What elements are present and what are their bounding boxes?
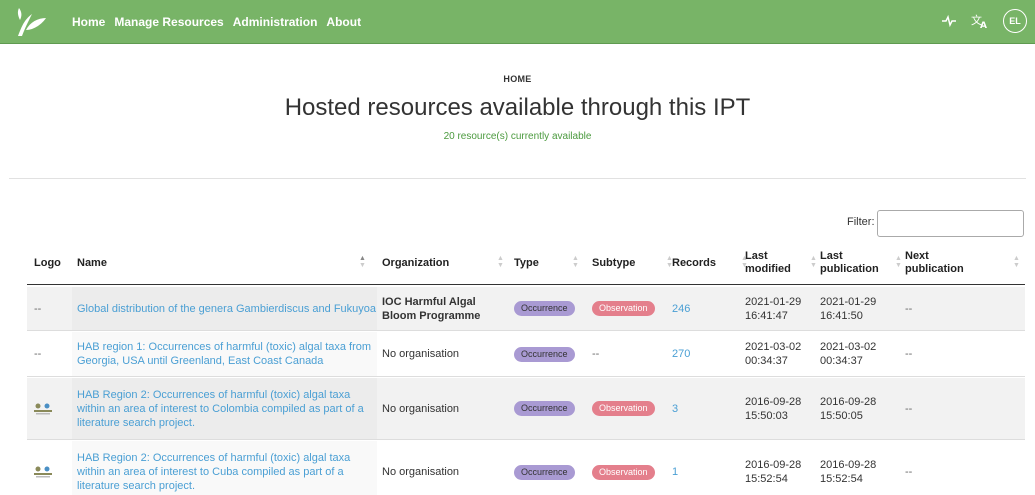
column-header-next-publication[interactable]: Next publication ▲ ▼	[905, 241, 1020, 285]
table-row: -- Global distribution of the genera Gam…	[27, 287, 1025, 331]
activity-icon[interactable]	[941, 14, 957, 28]
last-publication-cell: 2016-09-28 15:52:54	[820, 459, 877, 485]
subtype-cell: --	[592, 348, 600, 360]
organization-cell: IOC Harmful Algal Bloom Programme	[382, 295, 481, 322]
table-row: HAB Region 2: Occurrences of harmful (to…	[27, 378, 1025, 440]
nav-home[interactable]: Home	[72, 15, 105, 29]
logo-cell: --	[34, 302, 42, 315]
records-link[interactable]: 246	[672, 302, 690, 316]
column-header-last-modified[interactable]: Last modified ▲ ▼	[745, 241, 817, 285]
resource-link[interactable]: HAB region 1: Occurrences of harmful (to…	[77, 340, 377, 368]
column-header-last-publication[interactable]: Last publication ▲ ▼	[820, 241, 902, 285]
organization-cell: No organisation	[382, 466, 460, 478]
name-cell: HAB region 1: Occurrences of harmful (to…	[72, 332, 377, 376]
type-cell: Occurrence	[514, 441, 575, 495]
column-header-type[interactable]: Type ▲ ▼	[514, 241, 579, 285]
table-row: -- HAB region 1: Occurrences of harmful …	[27, 332, 1025, 377]
records-link[interactable]: 3	[672, 402, 678, 416]
organization-cell: No organisation	[382, 402, 460, 415]
last-modified-cell: 2021-03-02 00:34:37	[745, 341, 802, 367]
leaf-logo-icon[interactable]	[12, 6, 52, 38]
nav-about[interactable]: About	[326, 15, 361, 29]
last-modified-cell: 2016-09-28 15:52:54	[745, 459, 802, 485]
page-title: Hosted resources available through this …	[284, 94, 751, 121]
subtype-cell: Observation	[592, 287, 655, 330]
sort-icon: ▲ ▼	[1013, 255, 1020, 269]
column-header-organization[interactable]: Organization ▲ ▼	[382, 241, 504, 285]
records-cell: 3	[672, 378, 678, 439]
type-cell: Occurrence	[514, 287, 575, 330]
records-link[interactable]: 270	[672, 347, 690, 361]
column-header-logo: Logo	[34, 256, 61, 269]
next-publication-cell: --	[905, 402, 913, 415]
top-navbar: Home Manage Resources Administration Abo…	[0, 0, 1035, 44]
resource-link[interactable]: Global distribution of the genera Gambie…	[77, 302, 376, 316]
name-cell: Global distribution of the genera Gambie…	[72, 287, 377, 330]
sort-icon: ▲ ▼	[572, 255, 579, 269]
next-publication-cell: --	[905, 302, 913, 315]
records-cell: 246	[672, 287, 690, 330]
resource-link[interactable]: HAB Region 2: Occurrences of harmful (to…	[77, 451, 377, 493]
translate-icon[interactable]: 文 A	[971, 13, 989, 29]
sort-icon: ▲ ▼	[895, 255, 902, 269]
nav-administration[interactable]: Administration	[233, 15, 318, 29]
resource-logo-icon	[34, 466, 52, 478]
sort-icon: ▲ ▼	[497, 255, 504, 269]
records-cell: 270	[672, 332, 690, 376]
organization-cell: No organisation	[382, 348, 460, 360]
records-link[interactable]: 1	[672, 465, 678, 479]
table-header: Logo Name ▲ ▼ Organization ▲ ▼ Type ▲ ▼ Sub…	[27, 241, 1025, 285]
subtype-badge: Observation	[592, 401, 655, 416]
type-cell: Occurrence	[514, 378, 575, 439]
name-cell: HAB Region 2: Occurrences of harmful (to…	[72, 441, 377, 495]
type-badge: Occurrence	[514, 464, 575, 480]
records-cell: 1	[672, 441, 678, 495]
subtype-badge: Observation	[592, 301, 655, 316]
type-badge: Occurrence	[514, 301, 575, 316]
last-modified-cell: 2021-01-29 16:41:47	[745, 295, 802, 322]
last-modified-cell: 2016-09-28 15:50:03	[745, 395, 802, 422]
logo-cell: --	[34, 348, 42, 360]
subtype-badge: Observation	[592, 464, 655, 480]
user-avatar[interactable]: EL	[1003, 9, 1027, 33]
column-header-name[interactable]: Name ▲ ▼	[77, 241, 367, 285]
next-publication-cell: --	[905, 466, 913, 478]
resource-link[interactable]: HAB Region 2: Occurrences of harmful (to…	[77, 388, 377, 430]
sort-icon: ▲ ▼	[810, 255, 817, 269]
last-publication-cell: 2021-03-02 00:34:37	[820, 341, 877, 367]
logo-cell	[34, 441, 74, 495]
last-publication-cell: 2016-09-28 15:50:05	[820, 395, 877, 422]
type-badge: Occurrence	[514, 401, 575, 416]
column-header-records[interactable]: Records ▲ ▼	[672, 241, 748, 285]
resource-count: 20 resource(s) currently available	[443, 131, 592, 142]
filter-label: Filter:	[847, 216, 875, 228]
column-header-subtype[interactable]: Subtype ▲ ▼	[592, 241, 673, 285]
type-cell: Occurrence	[514, 332, 575, 376]
filter-input[interactable]	[877, 210, 1024, 237]
resource-logo-icon	[34, 403, 52, 414]
sort-asc-icon: ▲ ▼	[359, 255, 366, 269]
logo-cell	[34, 378, 74, 439]
type-badge: Occurrence	[514, 346, 575, 362]
next-publication-cell: --	[905, 348, 913, 360]
subtype-cell: Observation	[592, 378, 655, 439]
svg-text:A: A	[980, 21, 987, 29]
name-cell: HAB Region 2: Occurrences of harmful (to…	[72, 378, 377, 439]
divider	[9, 178, 1026, 179]
table-row: HAB Region 2: Occurrences of harmful (to…	[27, 441, 1025, 495]
breadcrumb: HOME	[503, 74, 532, 84]
last-publication-cell: 2021-01-29 16:41:50	[820, 295, 877, 322]
nav-manage-resources[interactable]: Manage Resources	[114, 15, 223, 29]
subtype-cell: Observation	[592, 441, 655, 495]
